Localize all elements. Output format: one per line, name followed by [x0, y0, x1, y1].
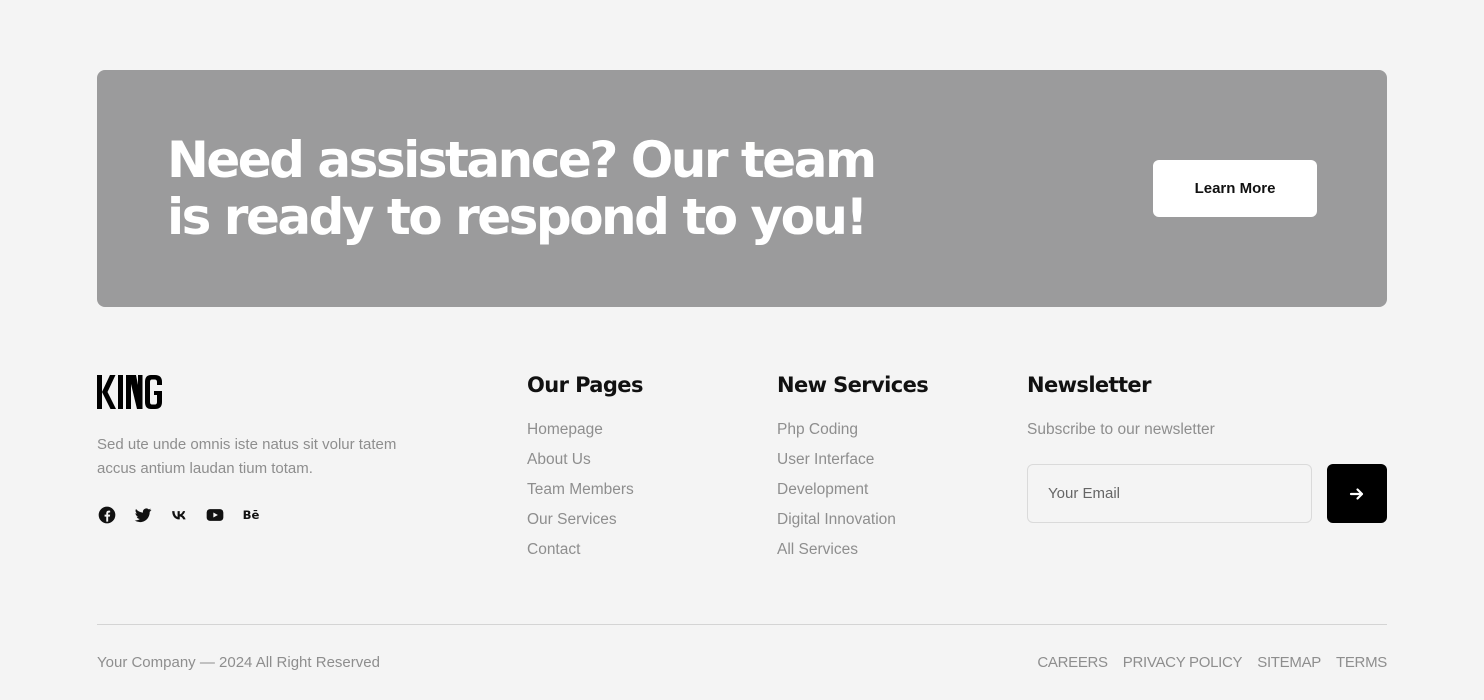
- new-services-list: Php Coding User Interface Development Di…: [777, 415, 928, 565]
- list-item: All Services: [777, 535, 928, 565]
- learn-more-button[interactable]: Learn More: [1153, 160, 1317, 217]
- link-homepage[interactable]: Homepage: [527, 421, 603, 438]
- list-item: Our Services: [527, 505, 643, 535]
- link-team-members[interactable]: Team Members: [527, 481, 634, 498]
- link-development[interactable]: Development: [777, 481, 868, 498]
- cta-title: Need assistance? Our team is ready to re…: [167, 131, 877, 246]
- vk-icon[interactable]: [169, 505, 189, 525]
- arrow-right-icon: [1349, 487, 1364, 500]
- list-item: Php Coding: [777, 415, 928, 445]
- logo[interactable]: [97, 374, 163, 415]
- new-services-heading: New Services: [777, 373, 929, 397]
- link-digital-innovation[interactable]: Digital Innovation: [777, 511, 896, 528]
- facebook-icon[interactable]: [97, 505, 117, 525]
- our-pages-column: Our Pages Homepage About Us Team Members…: [527, 372, 643, 565]
- list-item: Digital Innovation: [777, 505, 928, 535]
- newsletter-column: Newsletter Subscribe to our newsletter: [1027, 372, 1387, 523]
- our-pages-list: Homepage About Us Team Members Our Servi…: [527, 415, 643, 565]
- link-php-coding[interactable]: Php Coding: [777, 421, 858, 438]
- newsletter-subtitle: Subscribe to our newsletter: [1027, 421, 1215, 438]
- email-field[interactable]: [1027, 464, 1312, 523]
- list-item: About Us: [527, 445, 643, 475]
- svg-text:Bē: Bē: [243, 508, 260, 522]
- link-sitemap[interactable]: SITEMAP: [1257, 653, 1321, 673]
- link-careers[interactable]: CAREERS: [1037, 653, 1108, 673]
- link-privacy-policy[interactable]: PRIVACY POLICY: [1123, 653, 1243, 673]
- link-contact[interactable]: Contact: [527, 541, 580, 558]
- new-services-column: New Services Php Coding User Interface D…: [777, 372, 929, 565]
- logo-mark: [97, 375, 162, 409]
- cta-banner: Need assistance? Our team is ready to re…: [97, 70, 1387, 307]
- brand-description: Sed ute unde omnis iste natus sit volur …: [97, 436, 397, 477]
- link-about-us[interactable]: About Us: [527, 451, 591, 468]
- legal-links: CAREERS PRIVACY POLICY SITEMAP TERMS: [1037, 653, 1387, 673]
- social-links: Bē: [97, 505, 261, 525]
- link-our-services[interactable]: Our Services: [527, 511, 617, 528]
- subscribe-button[interactable]: [1327, 464, 1387, 523]
- behance-icon[interactable]: Bē: [241, 505, 261, 525]
- list-item: Team Members: [527, 475, 643, 505]
- list-item: Development: [777, 475, 928, 505]
- link-all-services[interactable]: All Services: [777, 541, 858, 558]
- copyright-text: Your Company — 2024 All Right Reserved: [97, 654, 380, 671]
- list-item: User Interface: [777, 445, 928, 475]
- list-item: Homepage: [527, 415, 643, 445]
- twitter-icon[interactable]: [133, 505, 153, 525]
- link-terms[interactable]: TERMS: [1336, 653, 1387, 673]
- list-item: Contact: [527, 535, 643, 565]
- newsletter-heading: Newsletter: [1027, 373, 1151, 397]
- link-user-interface[interactable]: User Interface: [777, 451, 874, 468]
- youtube-icon[interactable]: [205, 505, 225, 525]
- footer-divider: [97, 624, 1387, 625]
- our-pages-heading: Our Pages: [527, 373, 643, 397]
